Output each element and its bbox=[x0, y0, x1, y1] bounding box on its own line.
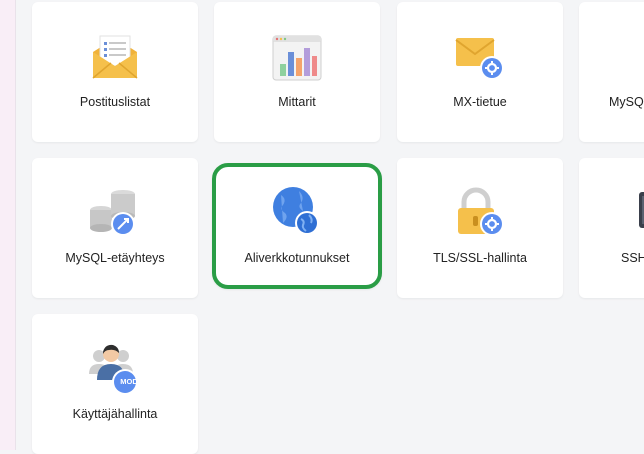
tile-label: MySQL-etäyhteys bbox=[65, 251, 165, 265]
tile-label: TLS/SSL-hallinta bbox=[433, 251, 527, 265]
tile-tls-ssl-hallinta[interactable]: TLS/SSL-hallinta bbox=[397, 158, 563, 298]
tile-label: MySQ bbox=[609, 95, 644, 109]
tile-aliverkkotunnukset[interactable]: Aliverkkotunnukset bbox=[212, 163, 382, 289]
tile-label: Aliverkkotunnukset bbox=[244, 251, 350, 265]
tile-postituslistat[interactable]: Postituslistat bbox=[32, 2, 198, 142]
tile-label: Mittarit bbox=[278, 95, 316, 109]
tile-mysql-etayhteys[interactable]: MySQL-etäyhteys bbox=[32, 158, 198, 298]
subdomain-globe-icon bbox=[273, 187, 319, 235]
tile-label: Käyttäjähallinta bbox=[72, 407, 158, 421]
tile-label: MX-tietue bbox=[453, 95, 507, 109]
mysql-remote-icon bbox=[90, 190, 135, 236]
tile-kayttajahallinta[interactable]: MOD Käyttäjähallinta bbox=[32, 314, 198, 454]
ssl-lock-icon bbox=[458, 187, 504, 236]
tile-label: Postituslistat bbox=[79, 95, 151, 109]
ssh-terminal-icon bbox=[639, 192, 644, 228]
mod-badge: MOD bbox=[120, 377, 138, 386]
metrics-chart-icon bbox=[272, 35, 322, 81]
left-sidebar-edge bbox=[0, 0, 15, 450]
user-management-icon bbox=[89, 344, 138, 395]
tile-mx-tietue[interactable]: MX-tietue bbox=[397, 2, 563, 142]
tile-ssh[interactable]: SSH bbox=[579, 158, 644, 298]
tile-label: SSH bbox=[621, 251, 644, 265]
mysql-database-icon bbox=[639, 30, 644, 86]
sidebar-divider bbox=[15, 0, 16, 450]
mailing-list-icon bbox=[92, 35, 138, 79]
mx-record-icon bbox=[455, 38, 504, 80]
tile-mittarit[interactable]: Mittarit bbox=[214, 2, 380, 142]
tile-mysql[interactable]: MySQ bbox=[579, 2, 644, 142]
